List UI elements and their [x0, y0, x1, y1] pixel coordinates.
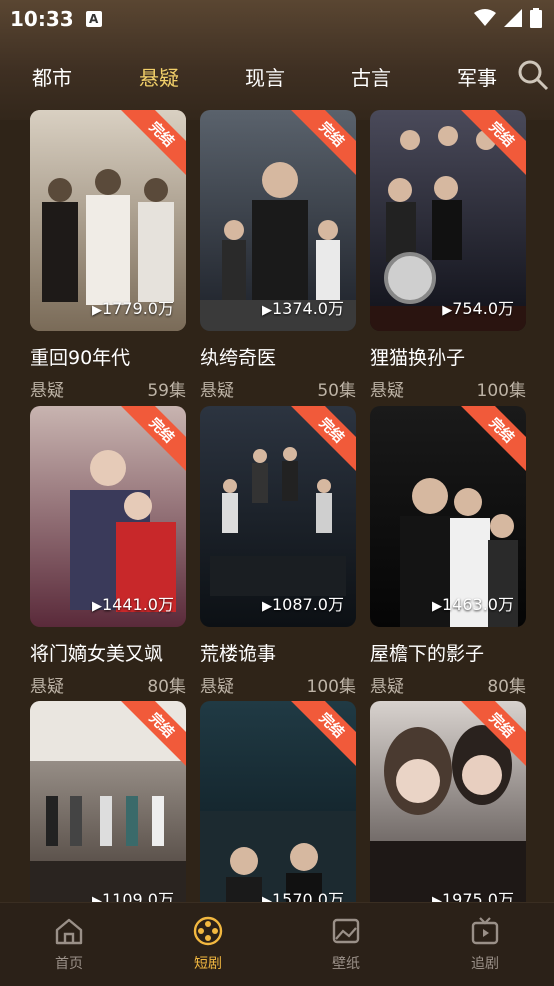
bottom-navigation: 首页 短剧 壁纸 追剧: [0, 902, 554, 986]
tab-dushi[interactable]: 都市: [32, 62, 72, 91]
nav-label: 壁纸: [332, 956, 360, 972]
drama-episodes: 80集: [487, 677, 526, 697]
drama-title: 屋檐下的影子: [370, 643, 485, 665]
view-count: ▶1109.0万: [92, 886, 174, 902]
drama-genre: 悬疑: [200, 381, 234, 401]
drama-genre: 悬疑: [30, 677, 64, 697]
nav-home[interactable]: 首页: [29, 915, 109, 973]
nav-shortdrama[interactable]: 短剧: [168, 915, 248, 973]
drama-episodes: 100集: [476, 381, 526, 401]
view-count: ▶1374.0万: [262, 299, 344, 318]
drama-title: 重回90年代: [30, 347, 131, 369]
drama-episodes: 100集: [306, 677, 356, 697]
play-icon: ▶: [262, 599, 272, 614]
battery-icon: [530, 8, 542, 28]
drama-card[interactable]: 完结 ▶754.0万 狸猫换孙子 悬疑 100集: [370, 110, 526, 401]
drama-episodes: 59集: [147, 381, 186, 401]
drama-card[interactable]: 完结 ▶1463.0万 屋檐下的影子 悬疑 80集: [370, 406, 526, 697]
view-count: ▶1779.0万: [92, 299, 174, 318]
poster[interactable]: 完结 ▶754.0万: [370, 110, 526, 331]
drama-episodes: 50集: [317, 381, 356, 401]
drama-genre: 悬疑: [370, 381, 404, 401]
drama-card[interactable]: 完结 ▶1087.0万 荒楼诡事 悬疑 100集: [200, 406, 356, 697]
play-icon: ▶: [92, 599, 102, 614]
signal-icon: [504, 9, 522, 27]
drama-card[interactable]: 完结 ▶1374.0万 纨绔奇医 悬疑 50集: [200, 110, 356, 401]
view-count: ▶1570.0万: [262, 886, 344, 902]
play-icon: ▶: [92, 894, 102, 902]
search-icon[interactable]: [516, 58, 550, 96]
drama-card[interactable]: 完结 ▶1570.0万: [200, 701, 356, 902]
nav-label: 首页: [55, 956, 83, 972]
poster[interactable]: 完结 ▶1441.0万: [30, 406, 186, 627]
poster[interactable]: 完结 ▶1087.0万: [200, 406, 356, 627]
tab-junshi[interactable]: 军事: [457, 62, 497, 91]
poster[interactable]: 完结 ▶1109.0万: [30, 701, 186, 902]
nav-wallpaper[interactable]: 壁纸: [306, 915, 386, 973]
view-count: ▶1975.0万: [432, 886, 514, 902]
drama-card[interactable]: 完结 ▶1975.0万: [370, 701, 526, 902]
poster[interactable]: 完结 ▶1463.0万: [370, 406, 526, 627]
tab-xianyan[interactable]: 现言: [245, 62, 285, 91]
play-icon: ▶: [92, 303, 102, 318]
view-count: ▶1463.0万: [432, 595, 514, 614]
drama-card[interactable]: 完结 ▶1109.0万: [30, 701, 186, 902]
wifi-icon: [474, 9, 496, 27]
nav-label: 追剧: [471, 956, 499, 972]
drama-genre: 悬疑: [200, 677, 234, 697]
poster[interactable]: 完结 ▶1975.0万: [370, 701, 526, 902]
wallpaper-icon: [306, 915, 386, 947]
play-icon: ▶: [262, 894, 272, 902]
drama-card[interactable]: 完结 ▶1441.0万 将门嫡女美又飒 悬疑 80集: [30, 406, 186, 697]
drama-title: 狸猫换孙子: [370, 347, 466, 369]
drama-title: 将门嫡女美又飒: [30, 643, 164, 665]
tv-icon: [445, 915, 525, 947]
drama-card[interactable]: 完结 ▶1779.0万 重回90年代 悬疑 59集: [30, 110, 186, 401]
play-icon: ▶: [442, 303, 453, 318]
status-bar: 10:33 A: [0, 0, 554, 38]
drama-genre: 悬疑: [370, 677, 404, 697]
notification-icon: A: [85, 11, 102, 27]
home-icon: [29, 915, 109, 947]
play-icon: ▶: [432, 894, 442, 902]
drama-episodes: 80集: [147, 677, 186, 697]
drama-title: 纨绔奇医: [200, 347, 277, 369]
poster[interactable]: 完结 ▶1570.0万: [200, 701, 356, 902]
nav-label: 短剧: [194, 956, 222, 972]
tab-xuanyi[interactable]: 悬疑: [139, 62, 179, 91]
poster[interactable]: 完结 ▶1374.0万: [200, 110, 356, 331]
nav-follow[interactable]: 追剧: [445, 915, 525, 973]
view-count: ▶1441.0万: [92, 595, 174, 614]
status-time: 10:33: [10, 7, 74, 31]
drama-title: 荒楼诡事: [200, 643, 277, 665]
film-reel-icon: [168, 915, 248, 947]
play-icon: ▶: [432, 599, 442, 614]
view-count: ▶1087.0万: [262, 595, 344, 614]
poster[interactable]: 完结 ▶1779.0万: [30, 110, 186, 331]
tab-guyan[interactable]: 古言: [351, 62, 391, 91]
drama-genre: 悬疑: [30, 381, 64, 401]
view-count: ▶754.0万: [442, 299, 514, 318]
play-icon: ▶: [262, 303, 272, 318]
drama-grid: 完结 ▶1779.0万 重回90年代 悬疑 59集 完结 ▶1374.0万 纨绔奇…: [0, 110, 554, 902]
category-tabs: 都市 悬疑 现言 古言 军事: [0, 52, 554, 98]
